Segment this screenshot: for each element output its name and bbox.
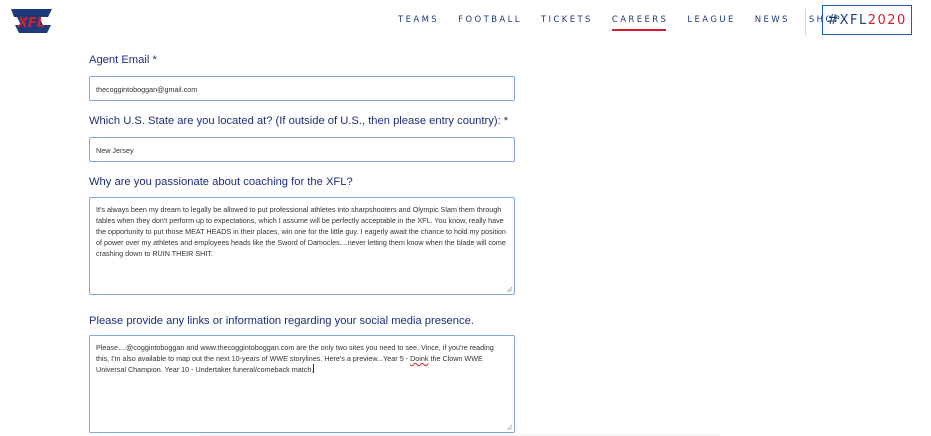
agent-email-field[interactable]: thecoggintoboggan@gmail.com — [89, 76, 515, 101]
passion-textarea[interactable]: It's always been my dream to legally be … — [89, 197, 515, 295]
passion-label-text: Why are you passionate about coaching fo… — [89, 176, 353, 188]
resize-handle-icon[interactable] — [506, 286, 512, 292]
nav-item-teams[interactable]: TEAMS — [398, 15, 439, 25]
state-field[interactable]: New Jersey — [89, 137, 515, 162]
passion-value: It's always been my dream to legally be … — [96, 205, 506, 258]
agent-email-label: Agent Email * — [89, 54, 157, 66]
bottom-shadow — [200, 432, 720, 436]
nav-item-careers[interactable]: CAREERS — [611, 15, 669, 31]
nav-item-league[interactable]: LEAGUE — [687, 15, 735, 25]
nav-divider — [805, 9, 806, 36]
social-value-misspelled: Doink — [410, 354, 429, 363]
required-marker: * — [503, 115, 509, 127]
agent-email-value: thecoggintoboggan@gmail.com — [96, 85, 198, 94]
required-marker: * — [152, 54, 157, 66]
hashtag-prefix: #XFL — [827, 12, 868, 28]
hashtag-year: 2020 — [867, 12, 907, 28]
passion-label: Why are you passionate about coaching fo… — [89, 176, 353, 188]
state-value: New Jersey — [96, 146, 134, 155]
agent-email-label-text: Agent Email — [89, 54, 150, 66]
nav-item-tickets[interactable]: TICKETS — [541, 15, 593, 25]
nav-item-news[interactable]: NEWS — [755, 15, 790, 25]
resize-handle-icon[interactable] — [506, 424, 512, 430]
social-label: Please provide any links or information … — [89, 315, 474, 327]
social-textarea[interactable]: Please....@coggintoboggan and www.thecog… — [89, 335, 515, 433]
main-nav: TEAMS FOOTBALL TICKETS CAREERS LEAGUE NE… — [398, 15, 861, 31]
hashtag-badge[interactable]: #XFL 2020 — [822, 5, 912, 35]
text-cursor — [313, 364, 315, 373]
nav-item-football[interactable]: FOOTBALL — [458, 15, 522, 25]
state-label: Which U.S. State are you located at? (If… — [89, 115, 508, 127]
svg-text:XFL: XFL — [17, 16, 45, 31]
top-navigation-bar: XFL TEAMS FOOTBALL TICKETS CAREERS LEAGU… — [0, 0, 931, 46]
xfl-logo[interactable]: XFL — [9, 5, 54, 37]
state-label-text: Which U.S. State are you located at? (If… — [89, 115, 501, 127]
social-label-text: Please provide any links or information … — [89, 315, 474, 327]
